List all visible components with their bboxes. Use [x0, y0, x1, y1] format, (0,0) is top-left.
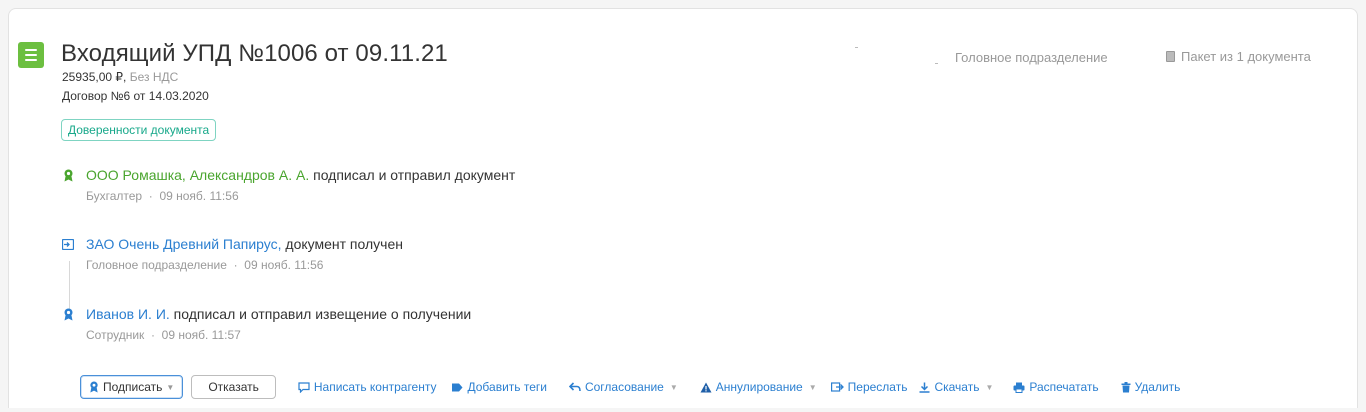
- download-icon: [919, 382, 930, 393]
- event-meta: Сотрудник · 09 нояб. 11:57: [86, 328, 471, 342]
- chevron-down-icon: ▼: [669, 382, 678, 392]
- reject-label: Отказать: [208, 380, 259, 394]
- warning-icon: [700, 382, 712, 393]
- document-amount: 25935,00 ₽, Без НДС: [62, 70, 178, 84]
- sign-label: Подписать: [103, 380, 163, 394]
- event-role: Сотрудник: [86, 328, 145, 342]
- add-tags-link[interactable]: Добавить теги: [452, 380, 547, 394]
- write-counterparty-label: Написать контрагенту: [313, 380, 437, 394]
- event-time: 09 нояб. 11:56: [159, 189, 239, 203]
- event-meta: Головное подразделение · 09 нояб. 11:56: [86, 258, 403, 272]
- print-link[interactable]: Распечатать: [1013, 380, 1099, 394]
- separator: ·: [233, 258, 238, 272]
- separator: ·: [150, 328, 155, 342]
- history-event: ЗАО Очень Древний Папирус, документ полу…: [62, 236, 403, 272]
- signature-badge-icon: [62, 168, 74, 182]
- sign-button[interactable]: Подписать ▼: [80, 375, 184, 399]
- trash-icon: [1121, 381, 1131, 393]
- chevron-down-icon: ▼: [166, 382, 175, 392]
- printer-icon: [1013, 382, 1025, 393]
- contract-link[interactable]: Договор №6 от 14.03.2020: [62, 89, 209, 103]
- forward-icon: [830, 382, 844, 392]
- document-card: Входящий УПД №1006 от 09.11.21 25935,00 …: [8, 8, 1358, 408]
- event-action: подписал и отправил документ: [313, 167, 516, 183]
- event-action: подписал и отправил извещение о получени…: [173, 306, 472, 322]
- divider-mark: [855, 47, 858, 48]
- approval-dropdown[interactable]: Согласование ▼: [568, 380, 678, 394]
- annulment-label: Аннулирование: [715, 380, 803, 394]
- separator: ·: [148, 189, 153, 203]
- forward-link[interactable]: Переслать: [830, 380, 908, 394]
- chevron-down-icon: ▼: [808, 382, 817, 392]
- page-title: Входящий УПД №1006 от 09.11.21: [61, 40, 448, 67]
- vat-label: Без НДС: [129, 70, 179, 84]
- action-toolbar: Подписать ▼ Отказать Написать контрагент…: [80, 374, 1180, 400]
- history-event: ООО Ромашка, Александров А. А. подписал …: [62, 167, 515, 203]
- signature-badge-icon: [89, 381, 99, 393]
- history-event: Иванов И. И. подписал и отправил извещен…: [62, 306, 471, 342]
- inbox-arrow-icon: [62, 237, 74, 251]
- write-counterparty-link[interactable]: Написать контрагенту: [298, 380, 437, 394]
- reply-arrow-icon: [568, 382, 581, 392]
- delete-label: Удалить: [1134, 380, 1181, 394]
- annulment-dropdown[interactable]: Аннулирование ▼: [700, 380, 817, 394]
- signature-badge-icon: [62, 307, 74, 321]
- package-label: Пакет из 1 документа: [1181, 49, 1311, 64]
- event-role: Бухгалтер: [86, 189, 143, 203]
- event-actor-link[interactable]: ООО Ромашка, Александров А. А.: [86, 167, 309, 183]
- event-meta: Бухгалтер · 09 нояб. 11:56: [86, 189, 515, 203]
- event-time: 09 нояб. 11:57: [161, 328, 241, 342]
- chat-bubble-icon: [298, 381, 310, 393]
- power-of-attorney-button[interactable]: Доверенности документа: [61, 119, 217, 141]
- download-label: Скачать: [934, 380, 980, 394]
- divider-mark: [935, 63, 938, 64]
- department-label: Головное подразделение: [955, 50, 1108, 65]
- print-label: Распечатать: [1029, 380, 1099, 394]
- download-dropdown[interactable]: Скачать ▼: [919, 380, 993, 394]
- event-time: 09 нояб. 11:56: [244, 258, 324, 272]
- approval-label: Согласование: [584, 380, 664, 394]
- event-role: Головное подразделение: [86, 258, 227, 272]
- chevron-down-icon: ▼: [985, 382, 994, 392]
- menu-icon[interactable]: [18, 42, 44, 68]
- event-actor-link[interactable]: ЗАО Очень Древний Папирус,: [86, 236, 282, 252]
- reject-button[interactable]: Отказать: [191, 375, 276, 399]
- amount-value: 25935,00 ₽,: [62, 70, 127, 84]
- package-link[interactable]: Пакет из 1 документа: [1166, 49, 1311, 64]
- file-icon: [1166, 51, 1175, 62]
- event-actor-link[interactable]: Иванов И. И.: [86, 306, 170, 322]
- event-action: документ получен: [285, 236, 403, 252]
- delete-link[interactable]: Удалить: [1121, 380, 1181, 394]
- tag-icon: [452, 383, 463, 392]
- forward-label: Переслать: [847, 380, 908, 394]
- add-tags-label: Добавить теги: [467, 380, 547, 394]
